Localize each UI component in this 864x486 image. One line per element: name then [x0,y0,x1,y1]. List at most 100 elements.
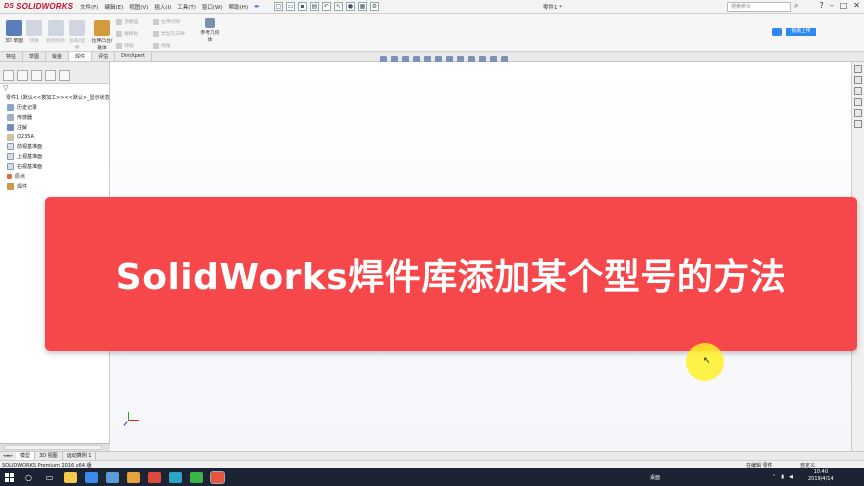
convert-button[interactable]: 转换 [26,20,42,44]
menu-edit[interactable]: 编辑(E) [104,3,123,11]
title-bar: DS SOLIDWORKS 文件(F) 编辑(E) 视图(V) 插入(I) 工具… [0,0,864,14]
network-icon[interactable]: ▮ [781,474,784,480]
sketch-3d-button[interactable]: 3D 草图 [4,20,24,44]
document-title: 零件1 * [543,5,562,11]
tab-sheet-metal[interactable]: 钣金 [46,52,70,61]
menu-insert[interactable]: 插入(I) [154,3,171,11]
maximize-icon[interactable]: □ [840,1,848,10]
tab-weldments[interactable]: 焊件 [69,52,93,61]
dimxpert-manager-tab-icon[interactable] [45,70,56,81]
tree-item-material[interactable]: Q235A [3,132,109,142]
volume-icon[interactable]: ◀ [789,474,793,480]
search-commands-input[interactable]: 搜索命令 [727,2,791,12]
weld-bead-icon [116,42,122,49]
tree-item-history[interactable]: 历史记录 [3,103,109,113]
menu-view[interactable]: 视图(V) [129,3,148,11]
help-icon[interactable]: ? [819,1,823,10]
chat-taskbar-icon[interactable] [169,471,182,483]
view-palette-icon[interactable] [854,98,862,106]
chamfer-button[interactable]: 倒角 [153,42,171,49]
sensor-icon [7,113,14,121]
extrude-boss-button[interactable]: 拉伸凸台/基体 [90,20,114,51]
rebuild-icon[interactable]: ● [345,2,355,11]
tab-dimxpert[interactable]: DimXpert [115,52,152,61]
browser-taskbar-icon[interactable] [85,471,98,483]
media-taskbar-icon[interactable] [127,471,140,483]
tab-evaluate[interactable]: 评估 [92,52,116,61]
ds-logo-mark: DS [4,3,15,10]
file-explorer-taskbar-icon[interactable] [64,471,77,483]
end-cap-button[interactable]: 顶端盖 [116,18,138,25]
solidworks-taskbar-icon[interactable] [148,471,161,483]
model-view-tabs: ◂◂▸▸ 模型 3D 视图 运动算例 1 [0,451,864,460]
menu-help[interactable]: 帮助(H) [229,3,248,11]
feature-tree-tab-icon[interactable] [3,70,14,81]
menu-file[interactable]: 文件(F) [80,3,98,11]
weld-bead-button[interactable]: 焊缝 [116,42,134,49]
tab-motion-study[interactable]: 运动算例 1 [63,452,97,460]
filter-icon[interactable]: ▽ [0,84,109,93]
desktop-label[interactable]: 桌面 [650,474,660,481]
solidworks-logo[interactable]: DS SOLIDWORKS [0,2,74,11]
tab-features[interactable]: 特征 [0,52,24,61]
system-tray: ⌃ ▮ ◀ [772,468,793,486]
gusset-button[interactable]: 角撑板 [116,30,138,37]
minimize-icon[interactable]: – [830,1,834,10]
tab-sketch[interactable]: 草图 [23,52,47,61]
app-taskbar-icon[interactable] [106,471,119,483]
design-library-icon[interactable] [854,76,862,84]
feature-manager-scrollbar[interactable] [0,443,110,451]
search-circle-icon[interactable]: ○ [22,473,35,482]
tree-item-origin[interactable]: 原点 [3,171,109,181]
logo-text: SOLIDWORKS [16,2,74,11]
display-manager-tab-icon[interactable] [59,70,70,81]
task-view-icon[interactable]: ▭ [43,473,56,482]
appearances-icon[interactable] [854,109,862,117]
new-file-icon[interactable]: □ [273,2,283,11]
property-manager-tab-icon[interactable] [17,70,28,81]
extrude-boss-icon [94,20,110,36]
extruded-cut-icon [153,18,159,25]
windows-logo-icon [4,472,14,482]
print-icon[interactable]: ▤ [309,2,319,11]
options-icon[interactable]: ⚙ [369,2,379,11]
tree-item-front-plane[interactable]: 前视基准面 [3,142,109,152]
undo-icon[interactable]: ↶ [321,2,331,11]
taskbar-clock[interactable]: 10:40 2019/4/14 [808,469,834,483]
hole-wizard-button[interactable]: 异型孔向导 [153,30,185,37]
extruded-cut-button[interactable]: 拉伸切除 [153,18,180,25]
file-properties-icon[interactable]: ▦ [357,2,367,11]
reference-geometry-button[interactable]: 参考几何体 [199,18,221,43]
recorder-taskbar-icon[interactable] [210,470,225,484]
menu-tools[interactable]: 工具(T) [177,3,196,11]
hole-wizard-icon [153,30,159,37]
tree-item-weldment[interactable]: 焊件 [3,181,109,191]
resources-icon[interactable] [854,65,862,73]
trim-extend-button[interactable]: 剪裁/延伸 [68,20,86,51]
tab-nav-arrows-icon[interactable]: ◂◂▸▸ [0,453,16,459]
custom-properties-icon[interactable] [854,120,862,128]
convert-icon [26,20,42,36]
tray-arrow-icon[interactable]: ⌃ [772,474,776,480]
search-icon[interactable]: ⌕ [794,1,798,11]
tree-root-part[interactable]: 零件1 (默认<<按加工>><<默认>_显示状态 1>) [3,93,120,103]
save-icon[interactable]: ▪ [297,2,307,11]
tree-item-sensors[interactable]: 传感器 [3,113,109,123]
pin-icon[interactable]: ✒ [254,3,260,11]
share-upload-button[interactable]: 指南上传 [786,28,816,36]
menu-window[interactable]: 窗口(W) [202,3,223,11]
start-button[interactable] [0,468,18,486]
tree-item-right-plane[interactable]: 右视基准面 [3,162,109,172]
close-icon[interactable]: ✕ [853,1,860,10]
chamfer-icon [153,42,159,49]
open-file-icon[interactable]: ▭ [285,2,295,11]
green-app-taskbar-icon[interactable] [190,471,203,483]
tab-model[interactable]: 模型 [16,452,36,460]
tab-3d-views[interactable]: 3D 视图 [35,452,63,460]
tree-item-annotations[interactable]: 注解 [3,122,109,132]
tree-item-top-plane[interactable]: 上视基准面 [3,152,109,162]
configuration-manager-tab-icon[interactable] [31,70,42,81]
select-icon[interactable]: ↖ [333,2,343,11]
structural-member-button[interactable]: 结构构件 [45,20,67,44]
file-explorer-icon[interactable] [854,87,862,95]
